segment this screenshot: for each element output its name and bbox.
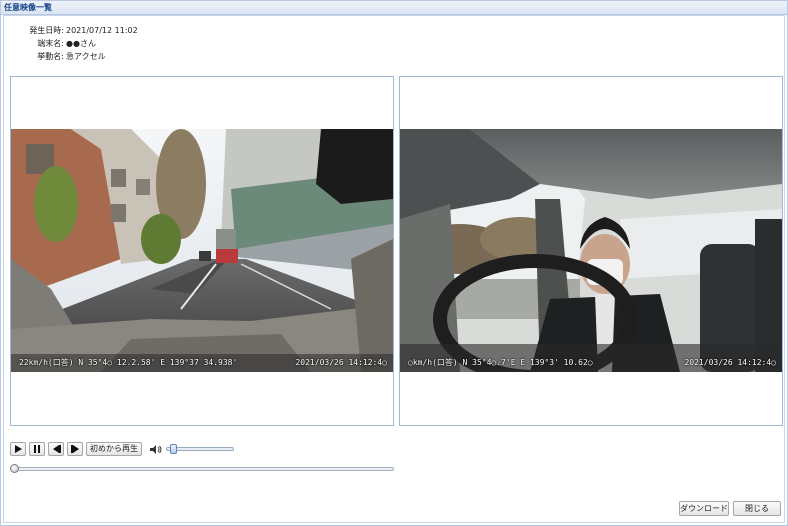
cabin-video-osd: ○km/h(口答) N 35°4○.7'E E 139°3' 10.62○ 20… <box>400 356 782 370</box>
front-osd-timestamp: 2021/03/26 14:12:4○ <box>295 358 387 367</box>
behavior-value: 急アクセル <box>66 52 106 61</box>
restart-button[interactable]: 初めから再生 <box>86 442 142 456</box>
download-button[interactable]: ダウンロード <box>679 501 729 516</box>
pause-button[interactable] <box>29 442 45 456</box>
front-video-image <box>11 129 393 372</box>
seek-bar[interactable] <box>10 464 394 474</box>
cabin-osd-gps: ○km/h(口答) N 35°4○.7'E E 139°3' 10.62○ <box>408 358 593 367</box>
speaker-icon[interactable] <box>150 444 162 454</box>
step-forward-icon <box>70 445 79 453</box>
video-list-window: 任意映像一覧 発生日時: 2021/07/12 11:02 端末名: ●●さん … <box>0 0 788 526</box>
cabin-osd-timestamp: 2021/03/26 14:12:4○ <box>684 358 776 367</box>
cabin-video-image <box>400 129 782 372</box>
front-video-frame: 22km/h(口答) N 35°4○ 12.2.58' E 139°37 34.… <box>10 76 394 426</box>
volume-slider-thumb[interactable] <box>170 444 177 454</box>
play-button[interactable] <box>10 442 26 456</box>
volume-control <box>150 444 234 454</box>
title-bar: 任意映像一覧 <box>1 1 787 15</box>
front-osd-gps: 22km/h(口答) N 35°4○ 12.2.58' E 139°37 34.… <box>19 358 238 367</box>
seek-track[interactable] <box>12 467 394 471</box>
close-button[interactable]: 閉じる <box>733 501 781 516</box>
event-info: 発生日時: 2021/07/12 11:02 端末名: ●●さん 挙動名: 急ア… <box>20 24 138 63</box>
content-panel: 発生日時: 2021/07/12 11:02 端末名: ●●さん 挙動名: 急ア… <box>3 15 785 523</box>
front-video[interactable]: 22km/h(口答) N 35°4○ 12.2.58' E 139°37 34.… <box>11 129 393 372</box>
window-title: 任意映像一覧 <box>4 3 52 12</box>
terminal-value: ●●さん <box>66 39 96 48</box>
occurred-row: 発生日時: 2021/07/12 11:02 <box>20 24 138 37</box>
occurred-value: 2021/07/12 11:02 <box>66 26 138 35</box>
terminal-row: 端末名: ●●さん <box>20 37 138 50</box>
volume-slider[interactable] <box>166 444 234 454</box>
cabin-video[interactable]: ○km/h(口答) N 35°4○.7'E E 139°3' 10.62○ 20… <box>400 129 782 372</box>
behavior-label: 挙動名: <box>37 52 64 61</box>
pause-icon <box>34 445 40 453</box>
step-back-icon <box>52 445 61 453</box>
front-video-osd: 22km/h(口答) N 35°4○ 12.2.58' E 139°37 34.… <box>11 356 393 370</box>
occurred-label: 発生日時: <box>29 26 64 35</box>
seek-thumb[interactable] <box>10 464 19 473</box>
terminal-label: 端末名: <box>37 39 64 48</box>
cabin-video-frame: ○km/h(口答) N 35°4○.7'E E 139°3' 10.62○ 20… <box>399 76 783 426</box>
step-back-button[interactable] <box>48 442 64 456</box>
step-forward-button[interactable] <box>67 442 83 456</box>
play-icon <box>15 445 22 453</box>
player-controls: 初めから再生 <box>10 441 234 457</box>
behavior-row: 挙動名: 急アクセル <box>20 50 138 63</box>
